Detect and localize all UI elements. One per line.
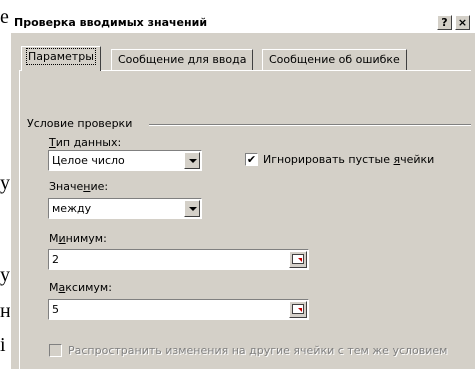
background-text-fragment: е <box>0 6 9 28</box>
close-button[interactable]: × <box>455 15 470 30</box>
data-validation-dialog: Проверка вводимых значений ? × Параметры… <box>10 12 475 370</box>
tab-label: Параметры <box>26 48 96 65</box>
tab-label: Сообщение для ввода <box>118 53 247 66</box>
tab-input-message[interactable]: Сообщение для ввода <box>111 49 254 70</box>
tab-error-alert[interactable]: Сообщение об ошибке <box>262 49 407 70</box>
dialog-title: Проверка вводимых значений <box>14 16 208 29</box>
dialog-titlebar: Проверка вводимых значений ? × <box>11 13 475 34</box>
background-text-fragment: і <box>0 334 6 356</box>
help-button[interactable]: ? <box>437 15 452 30</box>
background-text-fragment: у <box>0 264 10 286</box>
tab-label: Сообщение об ошибке <box>269 53 400 66</box>
tab-parameters[interactable]: Параметры <box>21 46 101 71</box>
tab-panel <box>19 70 471 370</box>
background-text-fragment: у <box>0 172 10 194</box>
